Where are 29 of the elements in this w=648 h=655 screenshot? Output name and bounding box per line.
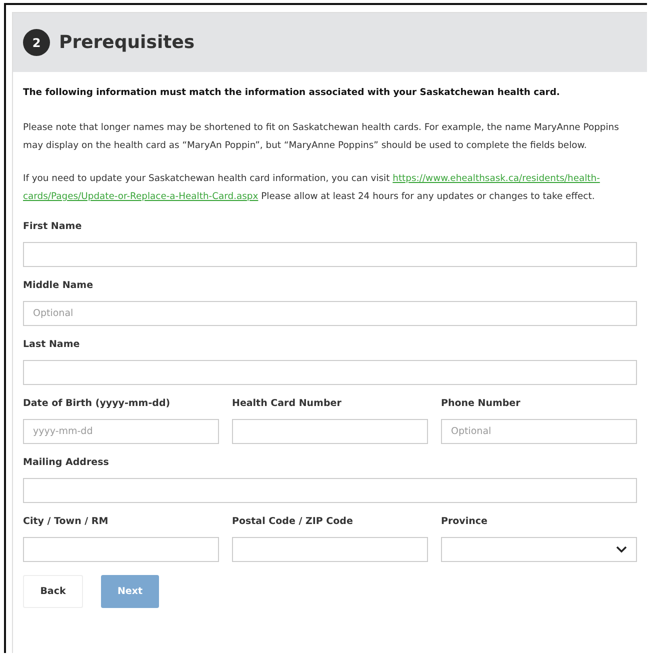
input-field[interactable] bbox=[23, 242, 637, 267]
input-field[interactable] bbox=[232, 419, 428, 444]
chevron-down-icon bbox=[616, 546, 627, 553]
field-label: Mailing Address bbox=[23, 457, 110, 470]
health-card-link[interactable]: cards/Pages/Update-or-Replace-a-Health-Card.aspx bbox=[23, 191, 258, 202]
field-label: Health Card Number bbox=[232, 398, 342, 411]
field-label: Last Name bbox=[23, 339, 81, 352]
field-label: Phone Number bbox=[441, 398, 522, 411]
input-field[interactable] bbox=[23, 360, 637, 385]
field-label: Date of Birth (yyyy-mm-dd) bbox=[23, 398, 172, 411]
note-text: Please note that longer names may be shortened to fit on Saskatchewan health cards. For example, the name MaryAnne Poppins may display on the health card as “MaryAn Poppin”, but “MaryAnne Poppins” should be used to complete the fields below. bbox=[23, 121, 620, 153]
field-label: Province bbox=[441, 516, 488, 529]
field-label: City / Town / RM bbox=[23, 516, 110, 529]
field-label: First Name bbox=[23, 221, 83, 234]
input-field[interactable]: Optional bbox=[23, 301, 637, 326]
input-field[interactable] bbox=[23, 537, 219, 562]
input-field[interactable]: Optional bbox=[441, 419, 637, 444]
input-field[interactable] bbox=[23, 478, 637, 503]
input-field[interactable] bbox=[232, 537, 428, 562]
intro-text: The following information must match the information associated with your Saskatchewan health card. bbox=[23, 86, 561, 100]
section-title: Prerequisites bbox=[59, 32, 195, 53]
dropdown-field[interactable] bbox=[441, 537, 637, 562]
update-text: If you need to update your Saskatchewan health card information, you can visit https://www.ehealthsask.ca/residents/health- cards/Pages/Update-or-Replace-a-Health-Card.aspx Please allow at least 24 hours for any updates or changes to take effect. bbox=[23, 172, 601, 204]
input-field[interactable]: yyyy-mm-dd bbox=[23, 419, 219, 444]
field-label: Middle Name bbox=[23, 280, 94, 293]
back-button[interactable]: Back bbox=[23, 575, 83, 608]
field-label: Postal Code / ZIP Code bbox=[232, 516, 354, 529]
health-card-link[interactable]: https://www.ehealthsask.ca/residents/health- bbox=[392, 173, 600, 184]
step-badge: 2 bbox=[23, 29, 50, 56]
